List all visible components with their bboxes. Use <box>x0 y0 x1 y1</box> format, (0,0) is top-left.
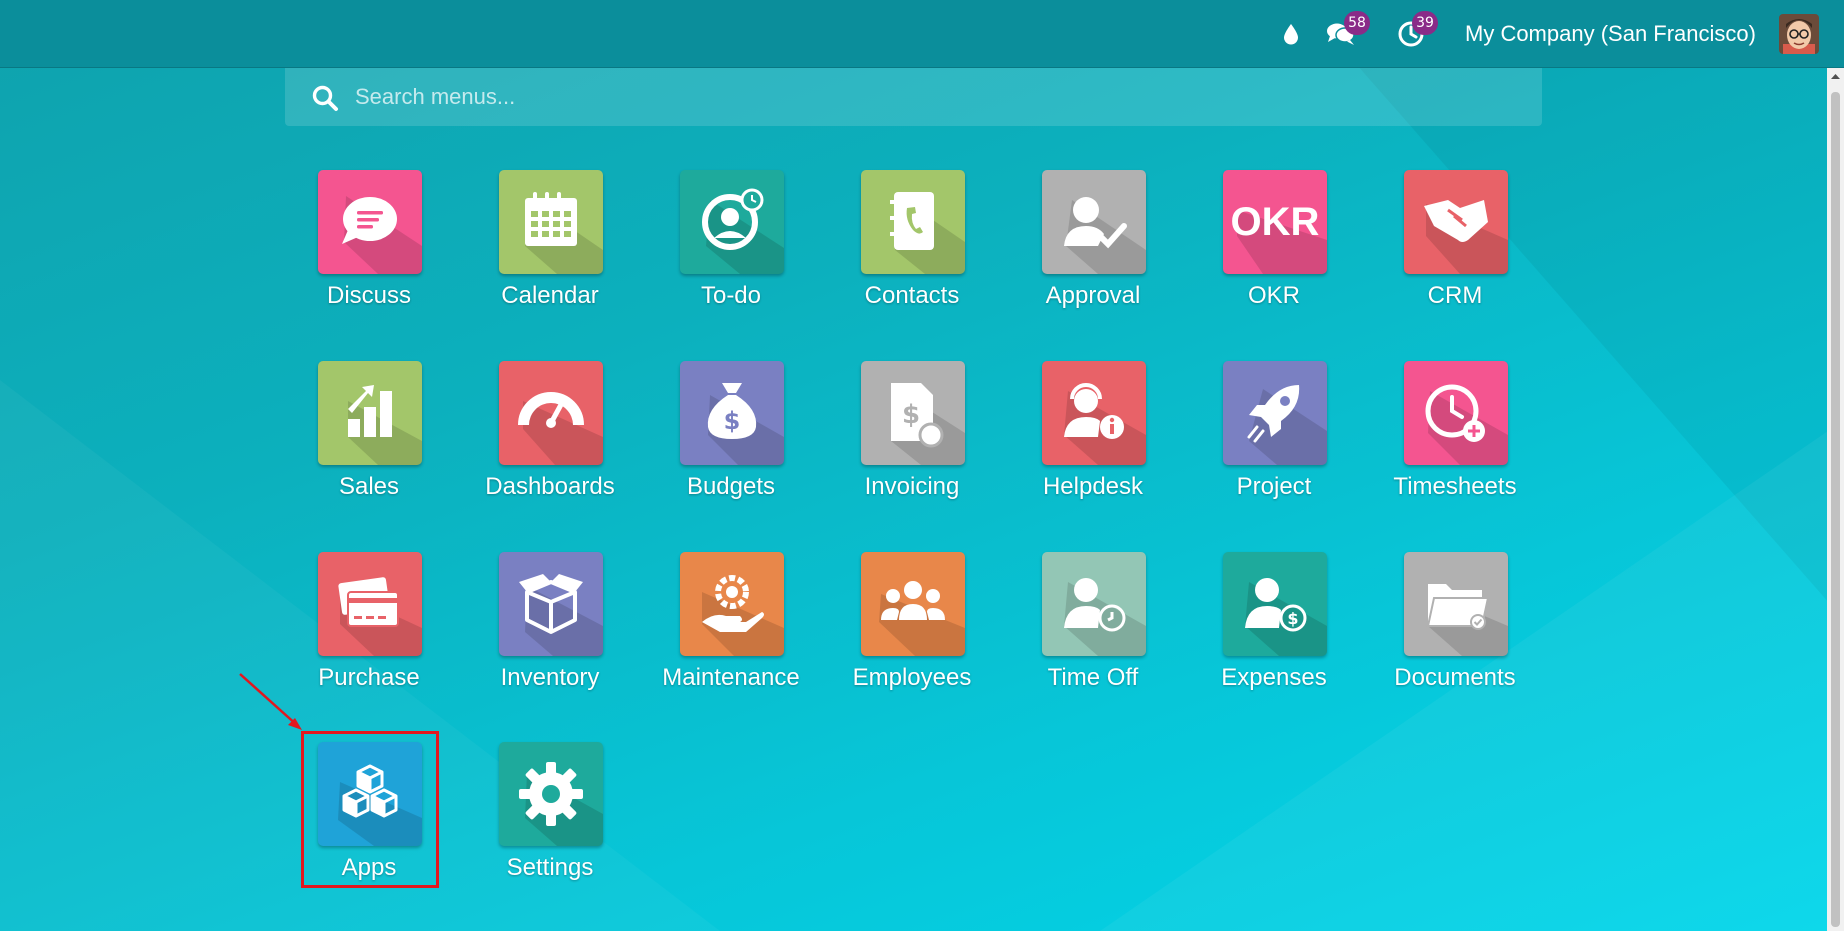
app-employees[interactable]: Employees <box>832 552 992 712</box>
svg-text:OKR: OKR <box>1231 200 1320 244</box>
credit-card-icon <box>338 577 422 656</box>
app-label: Approval <box>1045 282 1141 309</box>
app-project[interactable]: Project <box>1194 361 1354 521</box>
address-book-icon <box>890 192 965 274</box>
user-avatar[interactable] <box>1779 14 1819 54</box>
app-todo[interactable]: To-do <box>651 170 811 330</box>
app-expenses[interactable]: $ Expenses <box>1194 552 1354 712</box>
svg-text:$: $ <box>724 407 741 435</box>
app-maintenance[interactable]: Maintenance <box>651 552 811 712</box>
water-drop-icon <box>1284 23 1298 44</box>
app-settings[interactable]: Settings <box>470 742 630 902</box>
messages-button[interactable]: 58 <box>1324 0 1370 67</box>
app-dashboards[interactable]: Dashboards <box>470 361 630 521</box>
app-label: Timesheets <box>1393 473 1517 500</box>
app-apps[interactable]: Apps <box>289 742 449 902</box>
app-label: To-do <box>700 282 762 309</box>
activities-count-badge: 39 <box>1412 11 1438 35</box>
app-crm[interactable]: CRM <box>1375 170 1535 330</box>
messages-count-badge: 58 <box>1344 11 1370 35</box>
search-menus-bar <box>285 68 1542 126</box>
page-scrollbar[interactable] <box>1827 68 1844 931</box>
app-invoicing[interactable]: $ Invoicing <box>832 361 992 521</box>
app-label: Dashboards <box>485 473 615 500</box>
app-label: Calendar <box>501 282 599 309</box>
people-group-icon <box>879 581 965 656</box>
handshake-icon <box>1424 200 1508 274</box>
app-calendar[interactable]: Calendar <box>470 170 630 330</box>
app-label: Expenses <box>1221 664 1327 691</box>
chat-bubble-icon <box>342 196 422 274</box>
svg-text:$: $ <box>1287 609 1298 628</box>
app-inventory[interactable]: Inventory <box>470 552 630 712</box>
app-documents[interactable]: Documents <box>1375 552 1535 712</box>
cubes-icon <box>338 764 422 846</box>
search-icon <box>312 85 338 111</box>
app-label: Time Off <box>1047 664 1139 691</box>
calendar-icon <box>525 192 603 274</box>
app-sales[interactable]: Sales <box>289 361 449 521</box>
user-dollar-icon: $ <box>1245 578 1327 656</box>
company-switcher[interactable]: My Company (San Francisco) <box>1465 0 1756 67</box>
speedometer-icon <box>518 392 603 465</box>
app-discuss[interactable]: Discuss <box>289 170 449 330</box>
helpdesk-agent-icon <box>1064 383 1146 465</box>
app-approval[interactable]: Approval <box>1013 170 1173 330</box>
svg-text:$: $ <box>902 400 920 430</box>
todo-icon <box>702 188 784 274</box>
app-label: Documents <box>1394 664 1516 691</box>
gear-hand-icon <box>702 575 784 656</box>
app-timesheets[interactable]: Timesheets <box>1375 361 1535 521</box>
scroll-up-arrow-icon[interactable] <box>1827 68 1844 85</box>
app-label: Settings <box>506 854 594 881</box>
okr-logo-icon: OKR <box>1231 200 1327 274</box>
app-contacts[interactable]: Contacts <box>832 170 992 330</box>
app-label: Apps <box>341 854 397 881</box>
sales-chart-icon <box>348 385 422 465</box>
app-label: Contacts <box>864 282 960 309</box>
app-label: Inventory <box>500 664 600 691</box>
rocket-icon <box>1247 385 1327 465</box>
app-label: Employees <box>852 664 972 691</box>
app-purchase[interactable]: Purchase <box>289 552 449 712</box>
folder-icon <box>1426 584 1508 656</box>
app-label: Maintenance <box>662 664 800 691</box>
app-label: Sales <box>338 473 400 500</box>
app-label: Project <box>1236 473 1312 500</box>
money-bag-icon: $ <box>707 383 784 465</box>
app-budgets[interactable]: $ Budgets <box>651 361 811 521</box>
app-label: Purchase <box>318 664 420 691</box>
app-okr[interactable]: OKR OKR <box>1194 170 1354 330</box>
box-icon <box>519 574 603 656</box>
app-label: CRM <box>1427 282 1483 309</box>
timesheet-clock-icon <box>1425 384 1508 465</box>
app-label: Budgets <box>686 473 776 500</box>
app-label: Invoicing <box>864 473 960 500</box>
gear-icon <box>519 762 603 846</box>
app-helpdesk[interactable]: Helpdesk <box>1013 361 1173 521</box>
debug-mode-button[interactable] <box>1278 0 1304 67</box>
search-input[interactable] <box>355 68 1505 126</box>
activities-button[interactable]: 39 <box>1396 0 1438 67</box>
user-clock-icon <box>1064 578 1146 656</box>
scrollbar-thumb[interactable] <box>1831 92 1840 927</box>
app-label: OKR <box>1247 282 1300 309</box>
invoice-icon: $ <box>891 383 965 465</box>
app-time-off[interactable]: Time Off <box>1013 552 1173 712</box>
app-label: Helpdesk <box>1042 473 1144 500</box>
top-navbar: 58 39 My Company (San Francisco) <box>0 0 1844 68</box>
user-check-icon <box>1064 197 1146 274</box>
app-label: Discuss <box>326 282 411 309</box>
